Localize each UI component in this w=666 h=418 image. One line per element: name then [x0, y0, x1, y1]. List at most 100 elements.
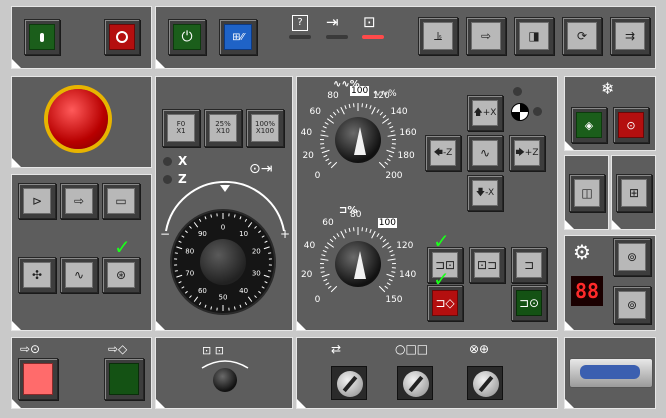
wave-button[interactable]: ∿	[60, 257, 98, 293]
axis-x-label: X	[178, 154, 188, 168]
dial-tick	[324, 121, 329, 125]
dial-tick	[340, 230, 345, 239]
handwheel-tick	[247, 222, 253, 228]
jog-minus-z-button[interactable]: 🡄-Z	[425, 135, 461, 171]
jog-plus-z-button[interactable]: 🡆+Z	[509, 135, 545, 171]
spindle-increase-button[interactable]: ⊐⊙	[511, 285, 547, 321]
dial-tick	[348, 103, 351, 109]
handwheel-tick-label: 0	[221, 224, 225, 232]
cycle-start-button[interactable]	[24, 19, 60, 55]
reference-led-top	[513, 87, 522, 96]
handwheel-mode-button[interactable]: ⊛	[102, 257, 140, 293]
handwheel-tick-label: 80	[185, 248, 194, 256]
top-left-panel	[11, 6, 152, 69]
tool-reverse-icon: ⊚	[626, 298, 638, 312]
dial-tick	[320, 147, 325, 149]
dial-tick	[382, 238, 387, 243]
handwheel-tick	[181, 235, 185, 238]
handwheel-mode-icon: ⊙⇥	[249, 161, 273, 177]
rotate-button[interactable]: ⟳	[562, 17, 602, 55]
rapid-icon: ∿	[479, 146, 491, 160]
spindle-selector-knob[interactable]	[213, 368, 237, 392]
tool-number-display: 88	[571, 276, 603, 306]
rapid-button[interactable]: ∿	[467, 135, 503, 171]
feed-x100-button[interactable]: 100% X100	[246, 109, 284, 147]
tool-reverse-button[interactable]: ⊚	[613, 286, 651, 324]
handwheel-tick	[239, 216, 242, 220]
spindle-override-pointer	[354, 251, 366, 279]
connector-panel	[564, 337, 656, 409]
machine-icon: ⫡	[433, 29, 442, 43]
dial-tick	[332, 111, 337, 116]
feed-button[interactable]: ◨	[514, 17, 554, 55]
chuck-button[interactable]: ⊞	[616, 174, 652, 212]
coolant-off-button[interactable]: ⊙	[613, 107, 649, 143]
emergency-stop-button[interactable]	[48, 89, 108, 149]
skip-button[interactable]: ⊳	[18, 183, 56, 219]
dial-tick	[382, 114, 387, 119]
spindle-stop-button[interactable]: ⊐	[511, 247, 547, 283]
dial-tick	[330, 161, 338, 169]
coolant-off-icon: ⊙	[626, 118, 636, 132]
dial-tick	[390, 130, 395, 133]
handwheel-tick	[198, 302, 202, 306]
handwheel-tick	[254, 295, 257, 299]
feed-x1-bottom: X1	[176, 127, 186, 135]
jog-plus-z-label: 🡆+Z	[515, 147, 539, 158]
machine-button[interactable]: ⫡	[418, 17, 458, 55]
handwheel-tick	[176, 246, 183, 250]
coolant-on-button[interactable]: ◈	[571, 107, 607, 143]
program-mode-button[interactable]: ⊞⁄⁄	[219, 19, 257, 55]
dial-tick	[325, 158, 330, 162]
key-switch-2[interactable]	[397, 366, 433, 400]
right-mid-panel-a: ◫	[564, 155, 609, 230]
emergency-panel	[11, 76, 152, 168]
snowflake-icon: ❄	[601, 79, 615, 98]
dial-tick	[332, 235, 337, 240]
serial-port-icon[interactable]	[569, 358, 653, 388]
dial-tick	[320, 258, 329, 261]
skip-icon: ⊳	[31, 194, 43, 208]
handwheel-minus: −	[160, 227, 171, 241]
bottom-left-panel: ⇨⊙ ⇨◇	[11, 337, 152, 409]
tool-led	[362, 35, 384, 39]
key-label-1: ⇄	[331, 342, 342, 356]
tool-forward-icon: ⊚	[626, 250, 638, 264]
handwheel-panel: F0 X1 25% X10 100% X100 X Z ⊙⇥ − + 0 10 20…	[155, 76, 293, 331]
handwheel[interactable]: 0 10 20 30 40 50 60 70 80 90	[170, 209, 276, 315]
dial-tick	[371, 230, 376, 239]
jog-plus-x-label: 🡅+X	[473, 107, 497, 118]
handwheel-tick-label: 90	[198, 230, 207, 238]
feed-x10-button[interactable]: 25% X10	[204, 109, 242, 147]
cycle-stop-button[interactable]	[104, 19, 140, 55]
feed-x1-button[interactable]: F0 X1	[162, 109, 200, 147]
dial-tick	[327, 285, 332, 289]
key-switch-1[interactable]	[331, 366, 367, 400]
dial-tick	[336, 109, 340, 114]
dry-run-button[interactable]: ▭	[102, 183, 140, 219]
handwheel-tick	[178, 240, 182, 243]
handwheel-tick	[233, 306, 236, 310]
tool-forward-button[interactable]: ⊚	[613, 238, 651, 276]
feed-start-button[interactable]	[104, 358, 144, 400]
fast-forward-button[interactable]: ⇉	[610, 17, 650, 55]
override-panel: ∿∿% ∿∿% 0 20 40 60 80 100 120 140 160 180 200 ⊐% 0…	[296, 76, 558, 331]
dial-tick	[384, 285, 389, 289]
handwheel-tick-label: 40	[239, 287, 248, 295]
checkmark-icon-spindle-cw: ✓	[433, 229, 450, 253]
jog-plus-x-button[interactable]: 🡅+X	[467, 95, 503, 131]
spindle-ccw-button[interactable]: ⊡⊐	[469, 247, 505, 283]
dial-tick	[324, 245, 329, 249]
power-button[interactable]: ⏻	[168, 19, 206, 55]
handwheel-tick	[184, 230, 188, 234]
jog-minus-x-label: 🡇-X	[475, 187, 495, 198]
key-switch-3[interactable]	[467, 366, 503, 400]
coolant-button[interactable]: ✣	[18, 257, 56, 293]
axis-x-led	[163, 157, 172, 166]
jog-minus-x-button[interactable]: 🡇-X	[467, 175, 503, 211]
feed-hold-button[interactable]	[18, 358, 58, 400]
key-label-3: ⊗⊕	[469, 342, 490, 356]
door-button[interactable]: ◫	[569, 174, 605, 212]
program-button[interactable]: ⇨	[466, 17, 506, 55]
single-block-button[interactable]: ⇨	[60, 183, 98, 219]
